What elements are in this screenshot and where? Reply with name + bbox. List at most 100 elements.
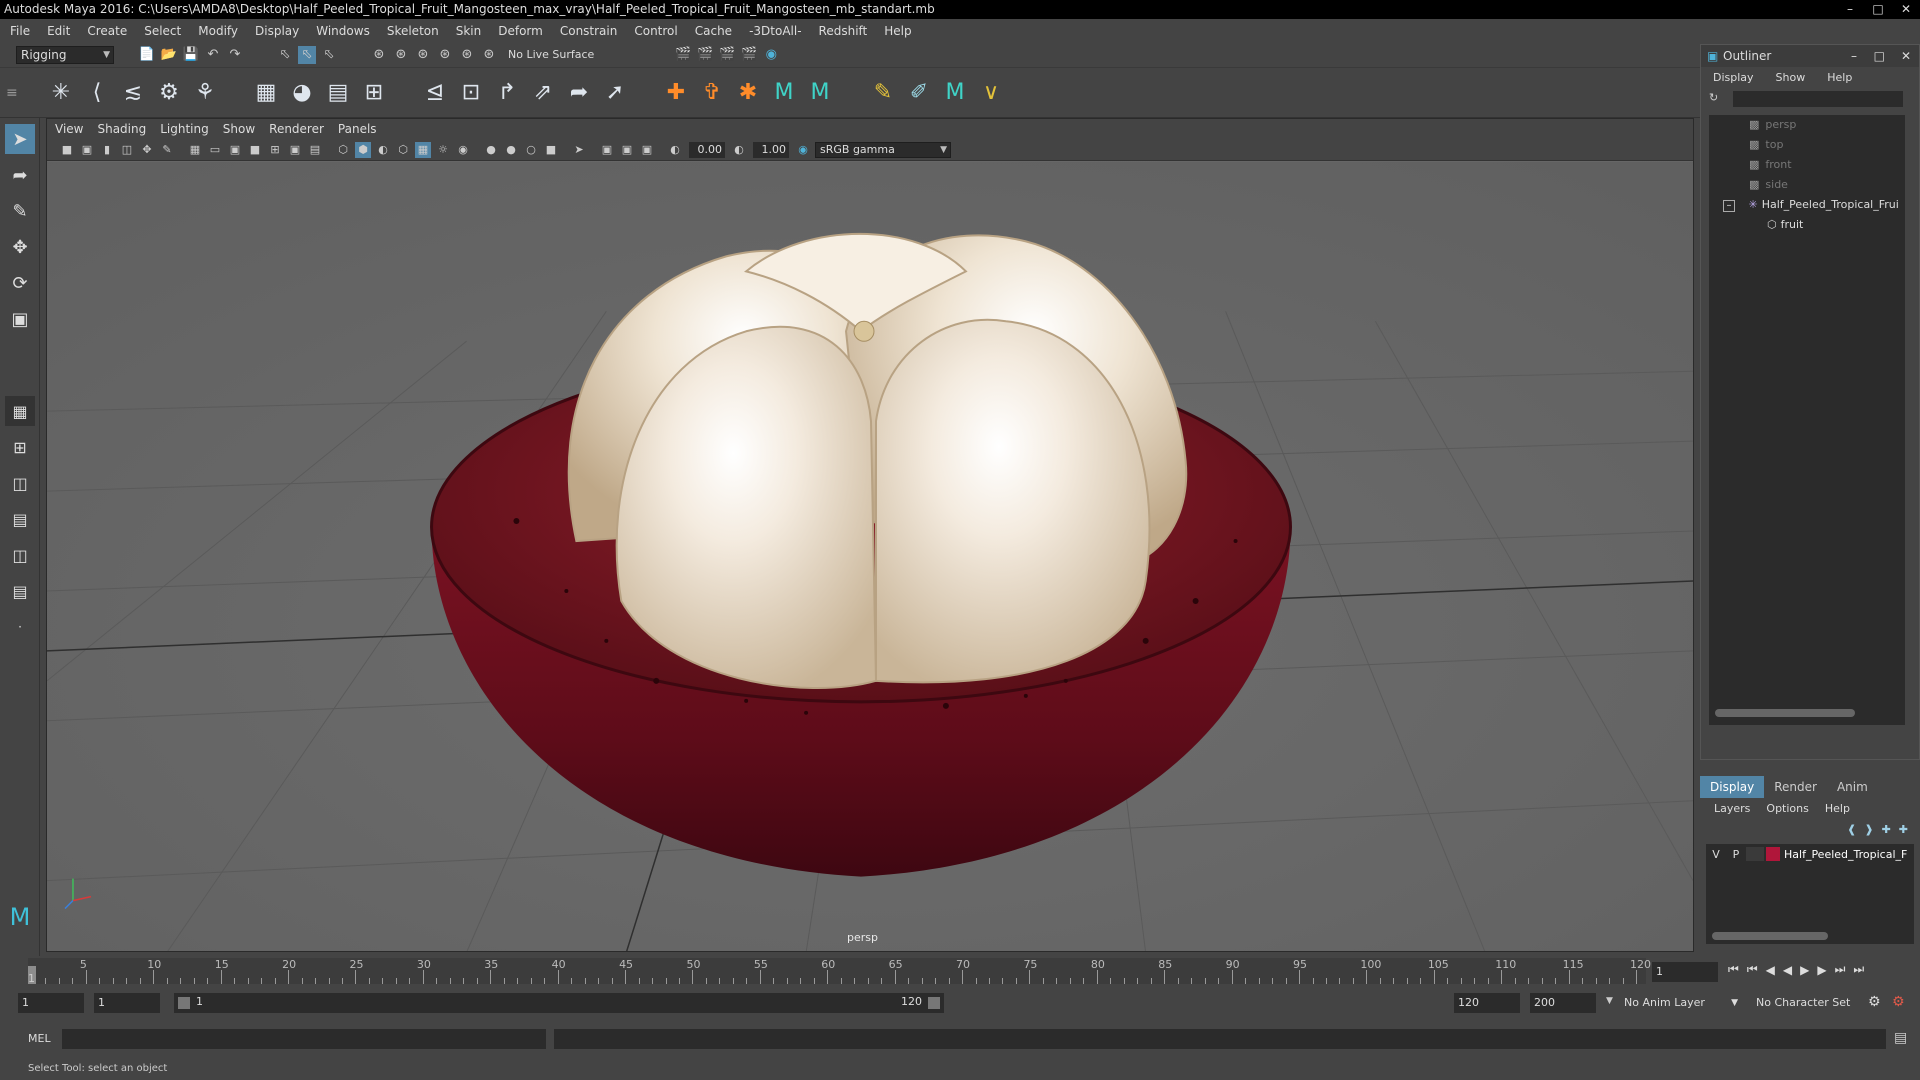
shadows-icon[interactable]: ◉ [455, 142, 471, 158]
orient-constraint-icon[interactable]: ↱ [492, 78, 522, 108]
use-default-material-icon[interactable]: ◐ [375, 142, 391, 158]
multisample-aa-icon[interactable]: ○ [523, 142, 539, 158]
render-frame-icon[interactable]: 🎬 [696, 46, 714, 64]
xray-active-icon[interactable]: ▣ [619, 142, 635, 158]
outliner-item[interactable]: ▩ top [1709, 135, 1905, 155]
move-tool-icon[interactable]: ✥ [5, 232, 35, 262]
layout-more-icon[interactable]: · [5, 612, 35, 642]
maximize-button[interactable]: □ [1864, 0, 1892, 19]
menu-display[interactable]: Display [255, 24, 299, 38]
color-management-icon[interactable]: ◉ [795, 142, 811, 158]
menu-skin[interactable]: Skin [456, 24, 482, 38]
range-slider[interactable]: 1 120 [174, 993, 944, 1013]
new-scene-icon[interactable]: 📄 [138, 46, 156, 64]
mirror-joint-icon[interactable]: ⚘ [190, 78, 220, 108]
play-backward-icon[interactable]: ◀ [1783, 963, 1792, 977]
menu-skeleton[interactable]: Skeleton [387, 24, 439, 38]
script-editor-icon[interactable]: ▤ [1894, 1030, 1907, 1046]
script-language-toggle[interactable]: MEL [28, 1032, 51, 1045]
outliner-menu-show[interactable]: Show [1776, 71, 1806, 84]
pole-vector-icon[interactable]: ➚ [600, 78, 630, 108]
scale-tool-icon[interactable]: ▣ [5, 304, 35, 334]
snap-curve-icon[interactable]: ⊛ [392, 46, 410, 64]
layer-hscrollbar[interactable] [1712, 932, 1828, 940]
layer-row[interactable]: V P Half_Peeled_Tropical_F [1706, 844, 1914, 864]
tab-render[interactable]: Render [1764, 776, 1827, 798]
anim-prefs-icon[interactable]: ⚙ [1892, 994, 1905, 1010]
ik-handle-icon[interactable]: ⟨ [82, 78, 112, 108]
viewport-menu-panels[interactable]: Panels [338, 122, 377, 136]
3d-scene[interactable] [47, 161, 1693, 952]
camera-lock-icon[interactable]: ▣ [79, 142, 95, 158]
render-settings-icon[interactable]: 🎬 [740, 46, 758, 64]
layer-menu-layers[interactable]: Layers [1714, 802, 1750, 815]
outliner-item[interactable]: ▩ side [1709, 175, 1905, 195]
locator-icon[interactable]: ✚ [661, 78, 691, 108]
menu-deform[interactable]: Deform [498, 24, 543, 38]
menu-modify[interactable]: Modify [198, 24, 238, 38]
menu-help[interactable]: Help [884, 24, 911, 38]
snap-view-icon[interactable]: ⊛ [436, 46, 454, 64]
single-perspective-icon[interactable]: ▦ [5, 396, 35, 426]
joint-tool-icon[interactable]: ✳ [46, 78, 76, 108]
range-handle-end[interactable] [928, 997, 940, 1009]
menu-select[interactable]: Select [144, 24, 181, 38]
layer-menu-options[interactable]: Options [1766, 802, 1808, 815]
outliner-maximize-button[interactable]: □ [1874, 45, 1885, 67]
outliner-item[interactable]: – ✳ Half_Peeled_Tropical_Frui [1709, 195, 1905, 215]
viewport-menu-shading[interactable]: Shading [97, 122, 146, 136]
film-gate-icon[interactable]: ▭ [207, 142, 223, 158]
animation-start-field[interactable]: 1 [18, 993, 84, 1013]
select-component-icon[interactable]: ⬁ [320, 46, 338, 64]
quick-rig-icon[interactable]: M [940, 78, 970, 108]
ik-spline-icon[interactable]: ≲ [118, 78, 148, 108]
outliner-menu-display[interactable]: Display [1713, 71, 1754, 84]
ipr-render-icon[interactable]: 🎬 [718, 46, 736, 64]
depth-of-field-icon[interactable]: ■ [543, 142, 559, 158]
go-to-end-icon[interactable]: ⏭ [1853, 962, 1864, 977]
anim-layer-dropdown[interactable]: No Anim Layer ▼ [1624, 993, 1744, 1013]
step-back-key-icon[interactable]: ⏮ [1747, 962, 1758, 977]
select-hierarchy-icon[interactable]: ⬁ [276, 46, 294, 64]
camera-attributes-icon[interactable]: ■ [59, 142, 75, 158]
gamma-field[interactable]: 1.00 [753, 141, 789, 158]
menuset-dropdown[interactable]: Rigging ▼ [16, 45, 114, 64]
step-forward-key-icon[interactable]: ⏭ [1835, 962, 1846, 977]
range-handle-start[interactable] [178, 997, 190, 1009]
time-ruler[interactable]: 1 51015202530354045505560657075808590951… [28, 958, 1651, 985]
layer-color-swatch[interactable] [1766, 847, 1780, 861]
lattice-icon[interactable]: ▤ [323, 78, 353, 108]
aim-constraint-icon[interactable]: ➦ [564, 78, 594, 108]
motion-blur-icon[interactable]: ● [503, 142, 519, 158]
hik-skeleton-icon[interactable]: M [805, 78, 835, 108]
move-layer-down-icon[interactable]: ❱ [1864, 823, 1873, 836]
outliner-search-input[interactable] [1733, 91, 1903, 107]
move-layer-up-icon[interactable]: ❰ [1847, 823, 1856, 836]
set-driven-key-icon[interactable]: ✞ [697, 78, 727, 108]
layer-visibility-toggle[interactable]: V [1706, 848, 1726, 861]
paint-tool-icon[interactable]: ✐ [904, 78, 934, 108]
tab-display[interactable]: Display [1700, 776, 1765, 798]
xray-joints-icon[interactable]: ▣ [639, 142, 655, 158]
redo-icon[interactable]: ↷ [226, 46, 244, 64]
select-object-icon[interactable]: ⬁ [298, 45, 316, 64]
current-frame-field[interactable]: 1 [1652, 962, 1718, 982]
collapse-icon[interactable]: – [1723, 200, 1735, 212]
resolution-gate-icon[interactable]: ▣ [227, 142, 243, 158]
exposure-field[interactable]: 0.00 [689, 141, 725, 158]
menu-control[interactable]: Control [634, 24, 677, 38]
hypershade-icon[interactable]: ◉ [762, 46, 780, 64]
viewport-menu-renderer[interactable]: Renderer [269, 122, 324, 136]
bookmark-icon[interactable]: ▮ [99, 142, 115, 158]
live-surface-label[interactable]: No Live Surface [508, 48, 594, 61]
close-button[interactable]: ✕ [1892, 0, 1920, 19]
tab-anim[interactable]: Anim [1827, 776, 1878, 798]
menu-constrain[interactable]: Constrain [560, 24, 618, 38]
step-forward-frame-icon[interactable]: ▶ [1817, 963, 1826, 977]
menu-edit[interactable]: Edit [47, 24, 70, 38]
xray-icon[interactable]: ▣ [599, 142, 615, 158]
insert-joint-icon[interactable]: ⚙ [154, 78, 184, 108]
undo-icon[interactable]: ↶ [204, 46, 222, 64]
field-chart-icon[interactable]: ⊞ [267, 142, 283, 158]
snap-surface-icon[interactable]: ⊛ [458, 46, 476, 64]
